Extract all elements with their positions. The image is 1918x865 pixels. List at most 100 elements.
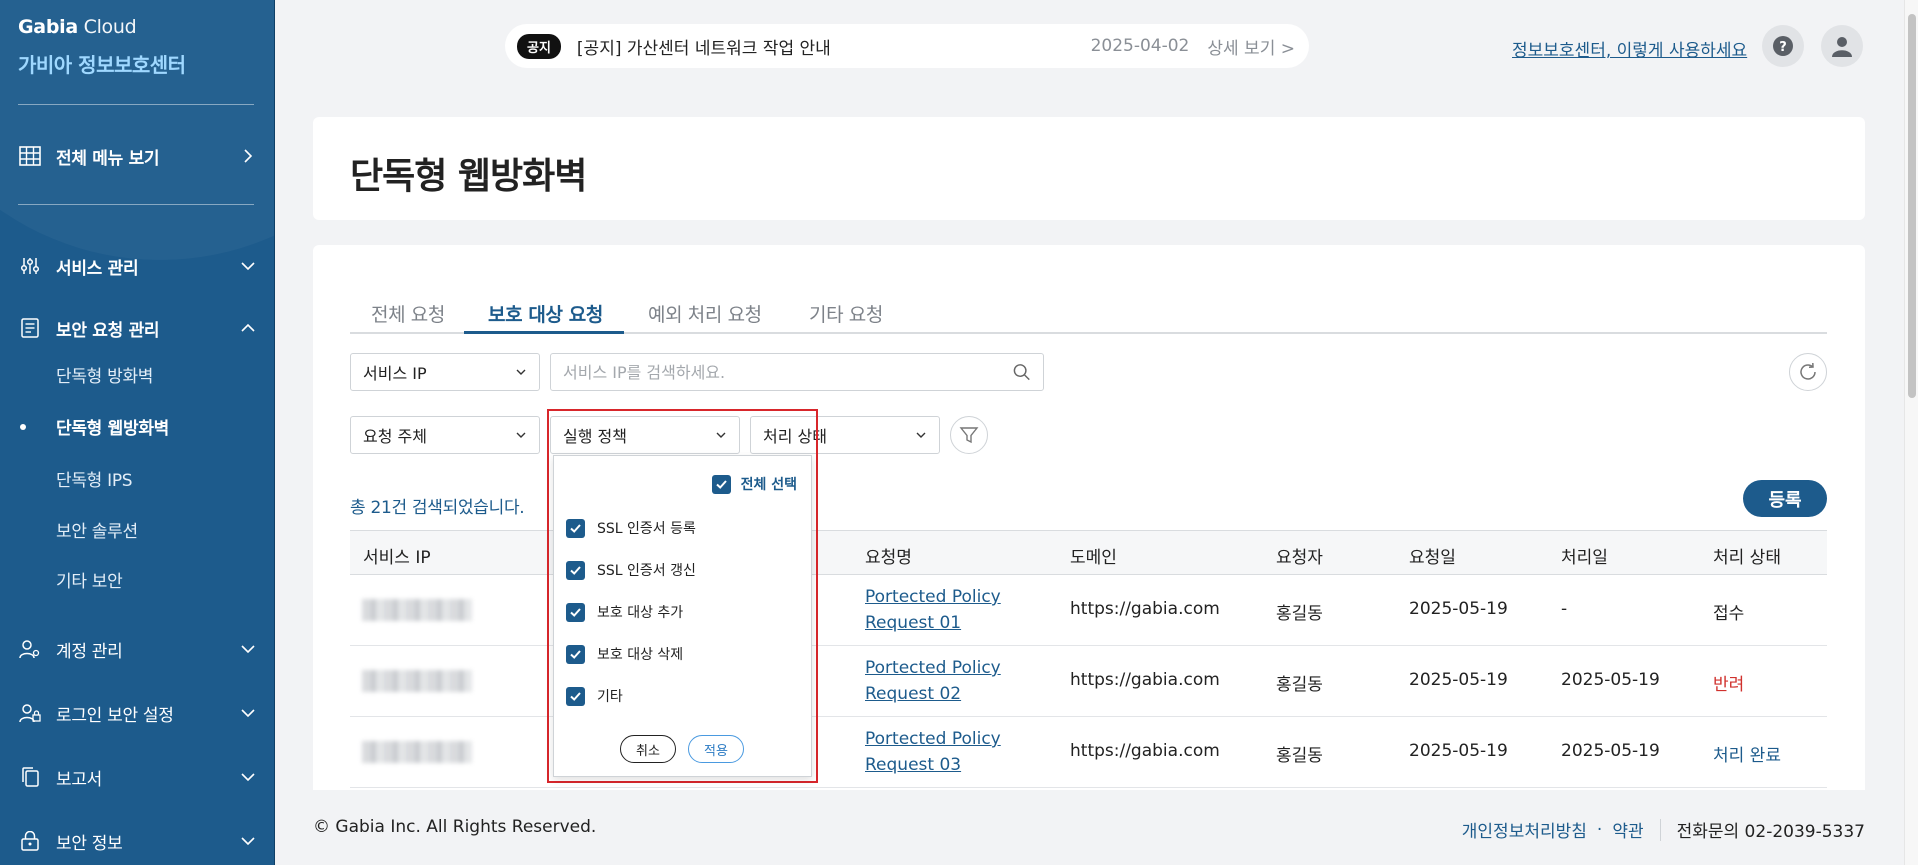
sidebar-item-login-security[interactable]: 로그인 보안 설정: [18, 698, 256, 728]
option-label: 보호 대상 추가: [597, 605, 684, 621]
sidebar-item-label: 보안 요청 관리: [56, 320, 160, 341]
notice-more-link[interactable]: 상세 보기 >: [1207, 34, 1295, 59]
column-header[interactable]: 요청명: [865, 543, 912, 568]
column-header[interactable]: 서비스 IP: [363, 543, 431, 568]
notice-text[interactable]: [공지] 가산센터 네트워크 작업 안내: [577, 34, 831, 59]
checkbox-checked[interactable]: [566, 686, 585, 706]
sidebar-item-account[interactable]: 계정 관리: [18, 634, 256, 664]
notice-date: 2025-04-02: [1090, 36, 1190, 56]
cancel-button[interactable]: 취소: [620, 735, 676, 763]
request-name-line2: Request 01: [865, 613, 962, 633]
filter-button[interactable]: [950, 416, 988, 454]
policy-option[interactable]: SSL 인증서 등록: [566, 518, 696, 538]
user-icon: [1832, 37, 1852, 57]
request-name-line1: Portected Policy: [865, 658, 1001, 678]
register-button[interactable]: 등록: [1743, 480, 1827, 517]
sidebar-subitem-other[interactable]: 기타 보안: [56, 567, 123, 592]
sidebar-item-service-management[interactable]: 서비스 관리: [18, 251, 256, 281]
search-icon[interactable]: [1012, 362, 1031, 382]
privacy-policy-link[interactable]: 개인정보처리방침: [1462, 817, 1587, 842]
domain-cell: https://gabia.com: [1070, 599, 1220, 619]
chevron-down-icon: [241, 837, 255, 846]
tab-other-requests[interactable]: 기타 요청: [809, 300, 883, 327]
sidebar-item-security-requests[interactable]: 보안 요청 관리: [18, 313, 256, 343]
user-lock-icon: [18, 701, 42, 725]
request-name-line1: Portected Policy: [865, 587, 1001, 607]
chevron-down-icon: [241, 709, 255, 718]
check-icon: [570, 523, 581, 533]
requester-cell: 홍길동: [1276, 746, 1323, 766]
sidebar-item-label: 서비스 관리: [56, 258, 139, 279]
policy-option[interactable]: 기타: [566, 686, 623, 706]
search-input[interactable]: [563, 362, 1012, 382]
refresh-button[interactable]: [1789, 353, 1827, 391]
sidebar: Gabia Cloud 가비아 정보보호센터 전체 메뉴 보기 서비스 관리 보…: [0, 0, 275, 865]
checkbox-checked[interactable]: [566, 518, 585, 538]
all-menu-label: 전체 메뉴 보기: [56, 148, 160, 169]
tab-all-requests[interactable]: 전체 요청: [371, 300, 445, 327]
request-name-link[interactable]: Portected Policy Request 01: [865, 584, 1001, 636]
chevron-down-icon: [241, 262, 255, 271]
tab-protection-requests[interactable]: 보호 대상 요청: [488, 300, 603, 327]
all-menu-button[interactable]: 전체 메뉴 보기: [18, 141, 256, 171]
sidebar-item-security-info[interactable]: 보안 정보: [18, 826, 256, 856]
checkbox-checked[interactable]: [566, 644, 585, 664]
brand-subtitle: 가비아 정보보호센터: [18, 53, 186, 77]
select-all-option[interactable]: 전체 선택: [711, 474, 797, 494]
sidebar-subitem-waf[interactable]: 단독형 웹방화벽: [56, 414, 169, 439]
sidebar-item-reports[interactable]: 보고서: [18, 762, 256, 792]
process-date-cell: -: [1561, 599, 1568, 619]
policy-option[interactable]: SSL 인증서 갱신: [566, 560, 696, 580]
check-icon: [570, 565, 581, 575]
request-date-cell: 2025-05-19: [1409, 599, 1508, 619]
policy-option[interactable]: 보호 대상 삭제: [566, 644, 683, 664]
request-date-cell: 2025-05-19: [1409, 670, 1508, 690]
help-guide-link[interactable]: 정보보호센터, 이렇게 사용하세요: [1512, 36, 1747, 61]
active-bullet: [20, 424, 26, 430]
column-header[interactable]: 도메인: [1070, 543, 1117, 568]
domain-cell: https://gabia.com: [1070, 741, 1220, 761]
redacted-ip: [362, 741, 472, 763]
page-scrollbar[interactable]: [1904, 0, 1918, 865]
policy-option[interactable]: 보호 대상 추가: [566, 602, 683, 622]
scrollbar-thumb[interactable]: [1908, 14, 1916, 398]
sidebar-divider: [18, 204, 254, 205]
chevron-down-icon: [241, 773, 255, 782]
request-name-link[interactable]: Portected Policy Request 03: [865, 726, 1001, 778]
refresh-icon: [1800, 362, 1816, 380]
notice-bar[interactable]: 공지 [공지] 가산센터 네트워크 작업 안내 2025-04-02 상세 보기…: [505, 24, 1309, 68]
user-gear-icon: [18, 637, 42, 661]
sidebar-subitem-ips[interactable]: 단독형 IPS: [56, 466, 133, 491]
sidebar-subitem-firewall[interactable]: 단독형 방화벽: [56, 362, 153, 387]
status-cell: 반려: [1713, 675, 1745, 695]
column-header[interactable]: 처리일: [1561, 543, 1608, 568]
checkbox-checked[interactable]: [566, 560, 585, 580]
tab-exception-requests[interactable]: 예외 처리 요청: [648, 300, 762, 327]
sidebar-subitem-solution[interactable]: 보안 솔루션: [56, 517, 138, 542]
help-button[interactable]: ?: [1762, 25, 1804, 67]
sidebar-item-label: 계정 관리: [56, 641, 123, 662]
check-icon: [570, 691, 581, 701]
grid-icon: [18, 144, 42, 168]
footer-dot: ·: [1596, 819, 1603, 840]
terms-link[interactable]: 약관: [1612, 817, 1643, 842]
check-icon: [570, 607, 581, 617]
result-count: 총 21건 검색되었습니다.: [350, 498, 525, 518]
service-ip-select[interactable]: 서비스 IP: [350, 353, 540, 391]
requester-select[interactable]: 요청 주체: [350, 416, 540, 454]
checkbox-checked[interactable]: [566, 602, 585, 622]
column-header[interactable]: 처리 상태: [1713, 543, 1781, 568]
checkbox-checked[interactable]: [711, 474, 731, 494]
request-name-link[interactable]: Portected Policy Request 02: [865, 655, 1001, 707]
search-field[interactable]: [550, 353, 1044, 391]
domain-cell: https://gabia.com: [1070, 670, 1220, 690]
column-header[interactable]: 요청일: [1409, 543, 1456, 568]
profile-button[interactable]: [1821, 25, 1863, 67]
redacted-ip: [362, 670, 472, 692]
apply-button[interactable]: 적용: [688, 735, 744, 763]
process-date-cell: 2025-05-19: [1561, 741, 1660, 761]
status-cell: 접수: [1713, 604, 1745, 624]
brand-logo[interactable]: Gabia Cloud: [18, 16, 137, 38]
brand-name: Gabia: [18, 16, 78, 38]
column-header[interactable]: 요청자: [1276, 543, 1323, 568]
